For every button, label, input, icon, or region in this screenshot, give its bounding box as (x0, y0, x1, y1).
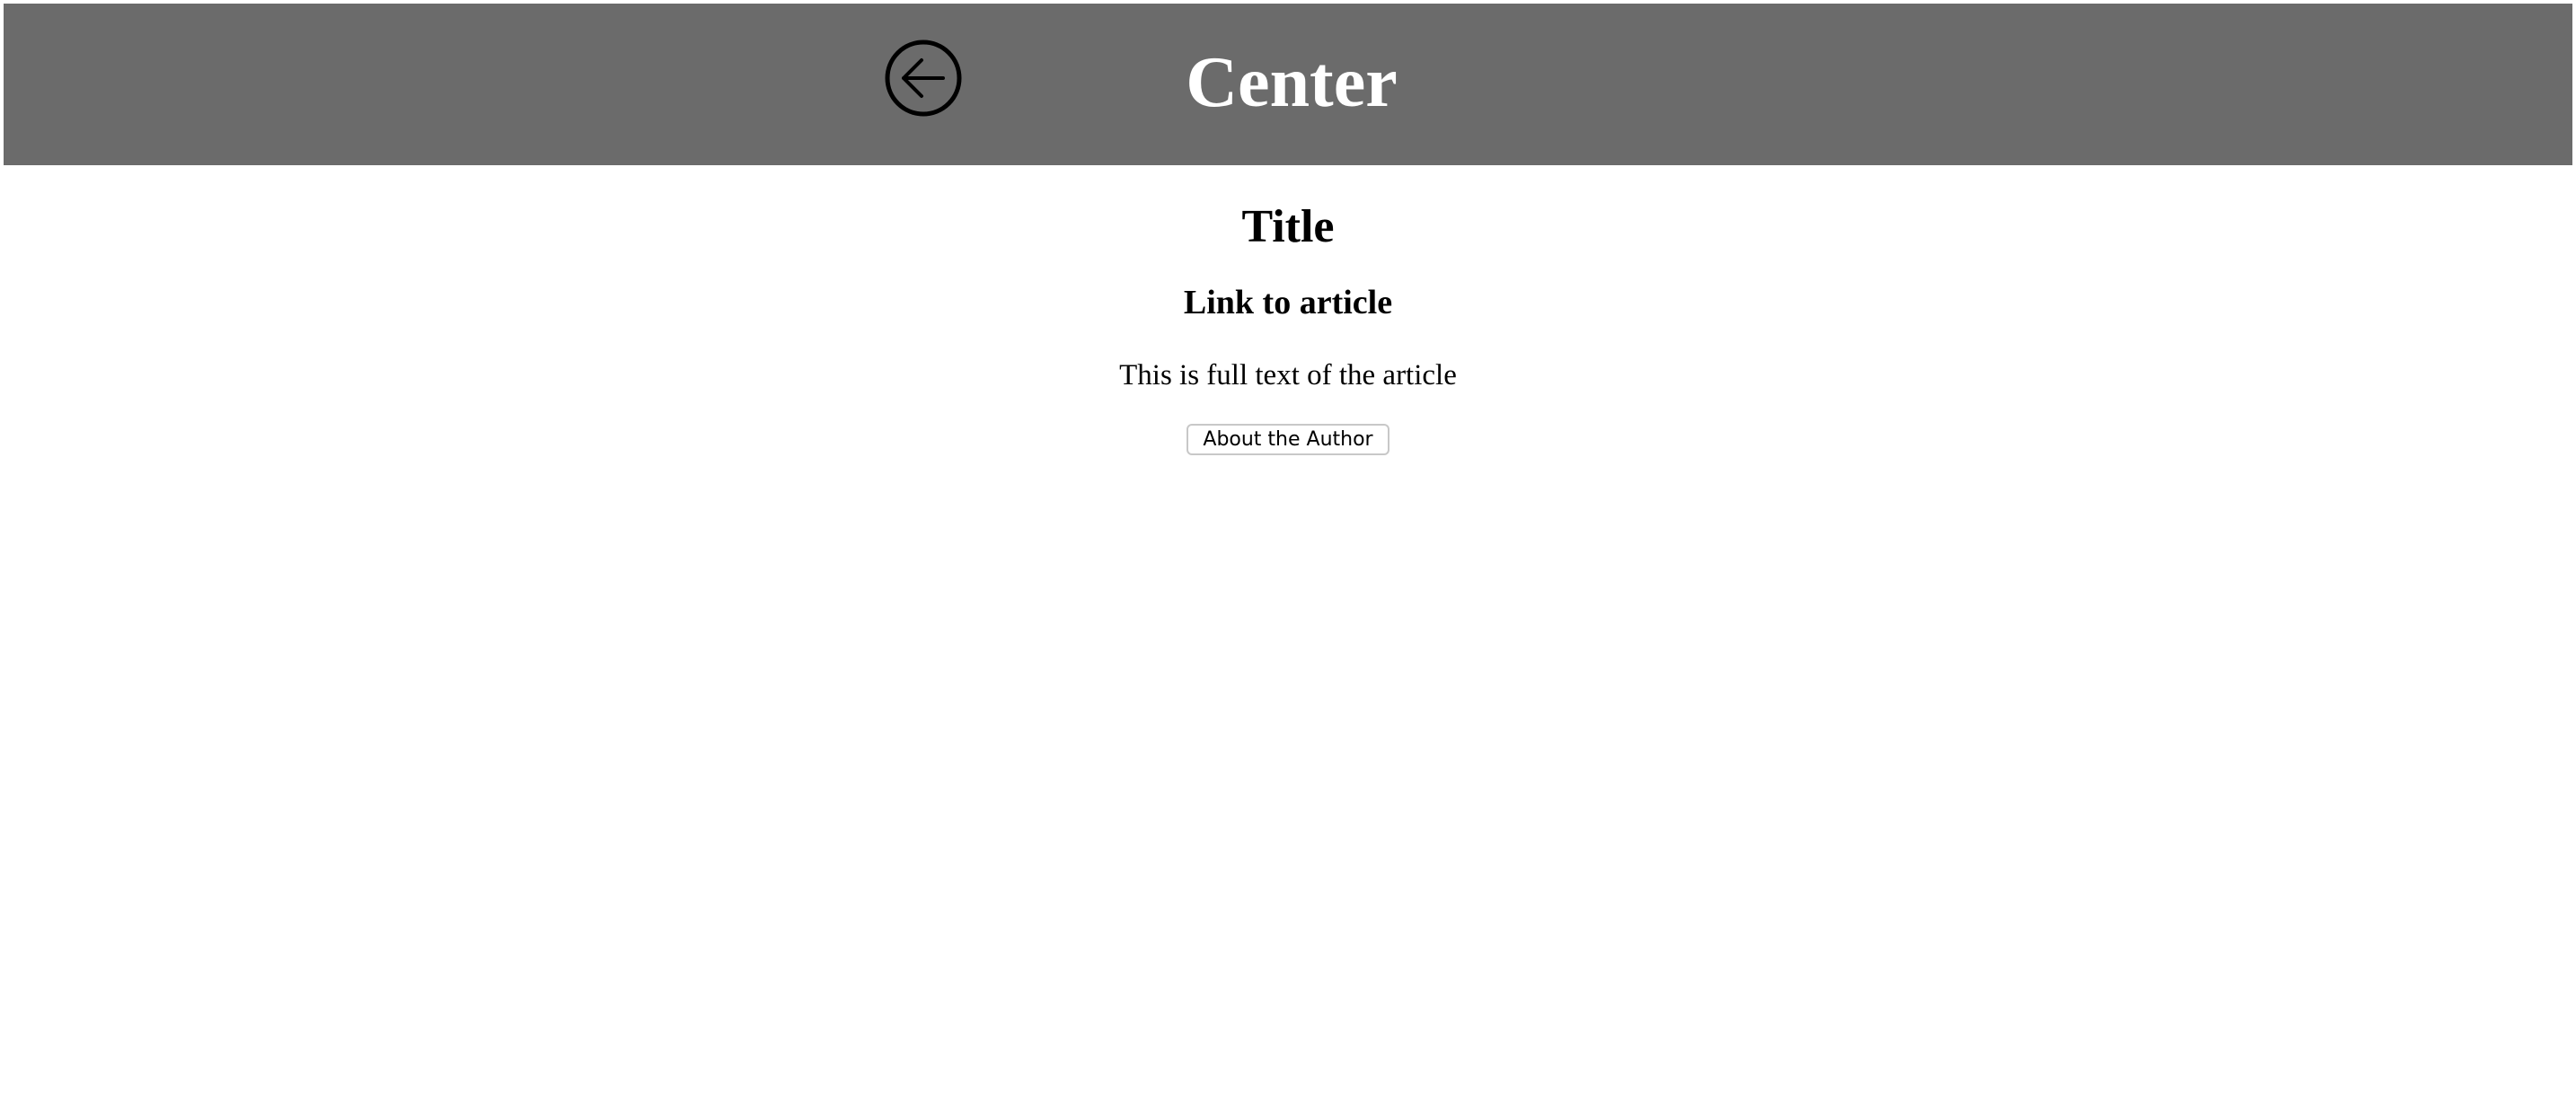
top-header-bar: Center (4, 4, 2572, 165)
page: Center Title Link to article This is ful… (0, 0, 2576, 1117)
author-button-container: About the Author (0, 424, 2576, 455)
article-content: Title Link to article This is full text … (0, 165, 2576, 1117)
article-body-text: This is full text of the article (1119, 359, 1457, 391)
article-title: Title (1241, 201, 1335, 252)
back-button[interactable] (885, 40, 962, 117)
article-link[interactable]: Link to article (0, 280, 2576, 325)
header-title: Center (1186, 43, 1398, 122)
arrow-left-circle-icon (885, 40, 962, 117)
about-author-button[interactable]: About the Author (1187, 424, 1389, 455)
